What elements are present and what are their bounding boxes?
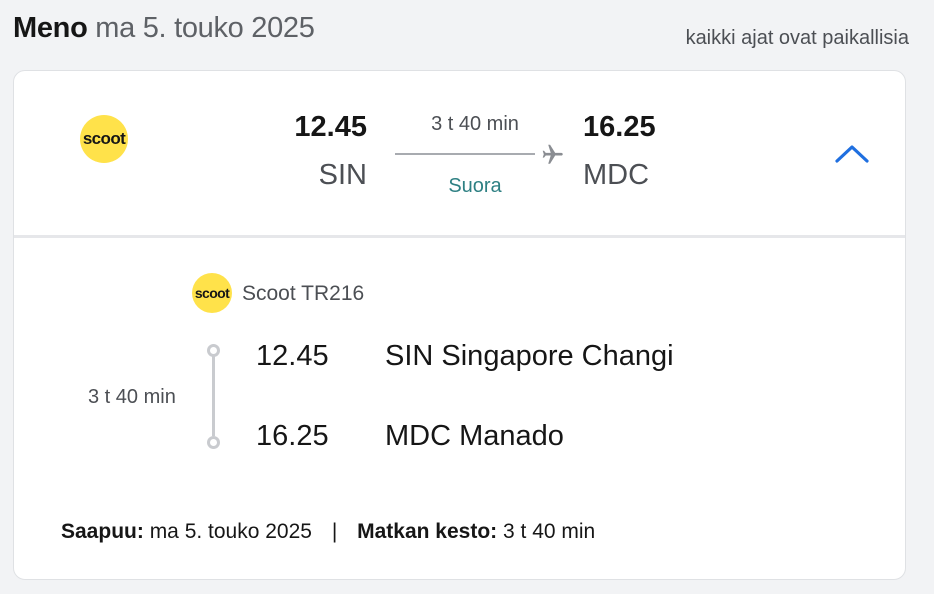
segment-arrival-airport: MDC Manado: [385, 420, 564, 452]
chevron-up-icon[interactable]: [832, 139, 872, 169]
segment-arrival-time: 16.25: [256, 420, 329, 452]
arrival-dot: [207, 436, 220, 449]
stops-label: Suora: [448, 175, 502, 197]
departure-dot: [207, 344, 220, 357]
segment-departure-airport: SIN Singapore Changi: [385, 340, 674, 372]
arrives-label: Saapuu:: [61, 520, 144, 543]
flight-details: scoot Scoot TR216 3 t 40 min 12.45 SIN S…: [14, 238, 905, 579]
carrier-logo: scoot: [192, 273, 232, 313]
trip-duration-label: Matkan kesto:: [357, 520, 498, 543]
arrival-airport-code: MDC: [583, 159, 650, 191]
trip-footer: Saapuu: ma 5. touko 2025 | Matkan kesto:…: [61, 520, 595, 544]
timezone-note: kaikki ajat ovat paikallisia: [685, 27, 909, 49]
departure-time: 12.45: [294, 111, 367, 143]
segment-departure-time: 12.45: [256, 340, 329, 372]
flight-summary[interactable]: scoot 12.45 SIN 3 t 40 min Suora 16.25 M…: [14, 71, 905, 236]
carrier-flight-number: Scoot TR216: [242, 282, 365, 305]
arrival-time: 16.25: [583, 111, 656, 143]
flight-direction-header: Meno ma 5. touko 2025: [13, 12, 315, 45]
flight-duration: 3 t 40 min: [431, 113, 519, 135]
direction-label: Meno: [13, 12, 88, 44]
plane-icon: [542, 144, 563, 164]
departure-date: ma 5. touko 2025: [95, 12, 315, 44]
trip-duration-value: 3 t 40 min: [503, 520, 596, 543]
flight-card: scoot 12.45 SIN 3 t 40 min Suora 16.25 M…: [13, 70, 906, 580]
airline-logo: scoot: [80, 115, 128, 163]
timeline-line: [212, 356, 215, 436]
segment-duration: 3 t 40 min: [88, 386, 176, 408]
footer-separator: |: [331, 520, 338, 543]
arrives-value: ma 5. touko 2025: [149, 520, 312, 543]
route-line: [395, 153, 535, 155]
departure-airport-code: SIN: [318, 159, 367, 191]
